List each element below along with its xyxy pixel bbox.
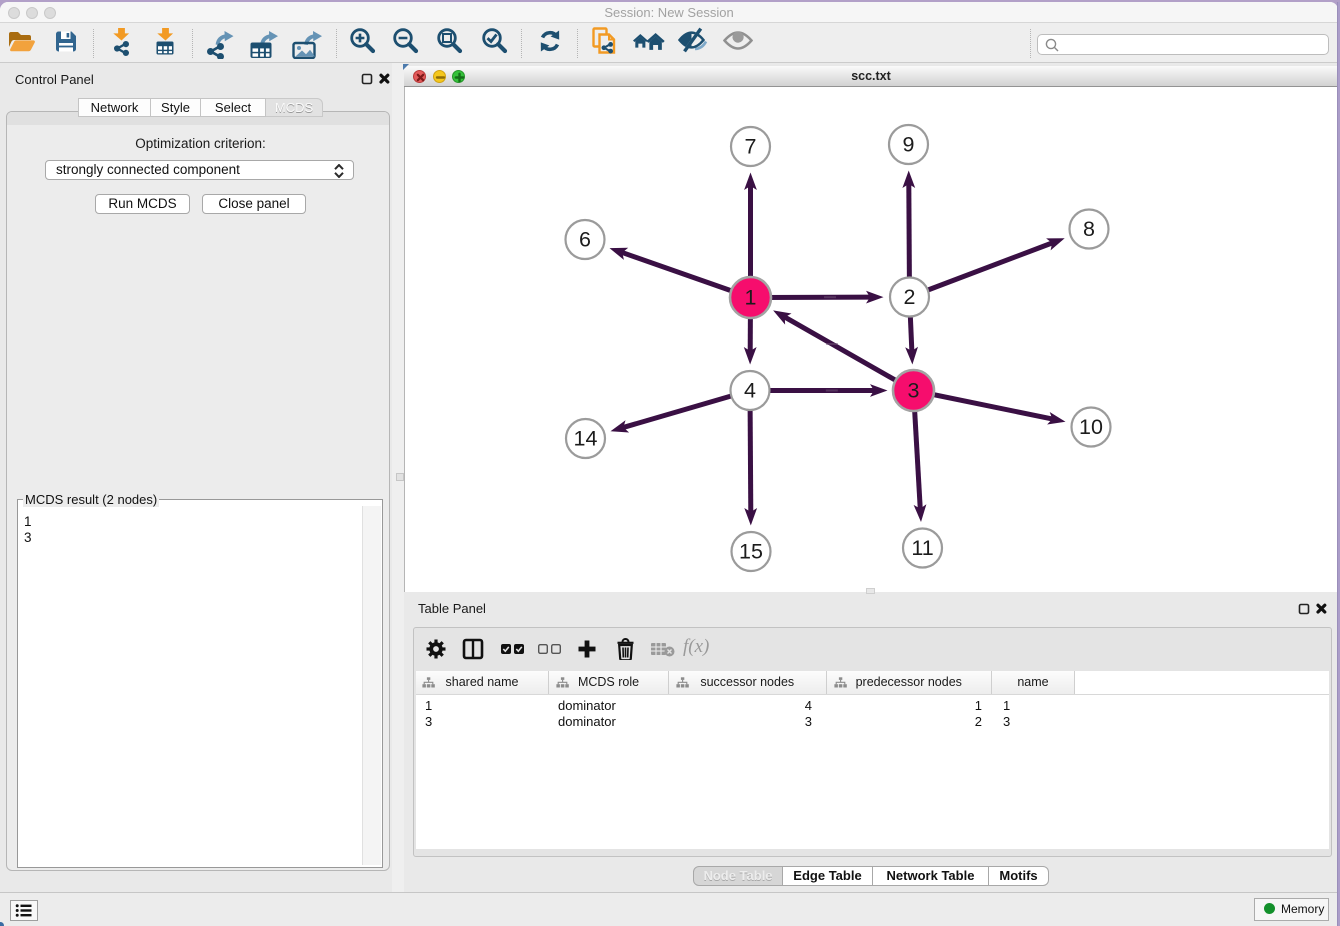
svg-text:11: 11 [911,536,933,560]
svg-text:14: 14 [574,427,598,451]
svg-text:4: 4 [744,379,756,403]
svg-text:10: 10 [1079,415,1103,439]
svg-text:7: 7 [745,135,757,159]
svg-text:1: 1 [745,286,757,310]
svg-text:15: 15 [739,540,763,564]
svg-text:3: 3 [908,379,920,403]
svg-text:6: 6 [579,228,591,252]
svg-text:2: 2 [904,285,916,309]
svg-text:9: 9 [903,133,915,157]
svg-text:8: 8 [1083,217,1095,241]
